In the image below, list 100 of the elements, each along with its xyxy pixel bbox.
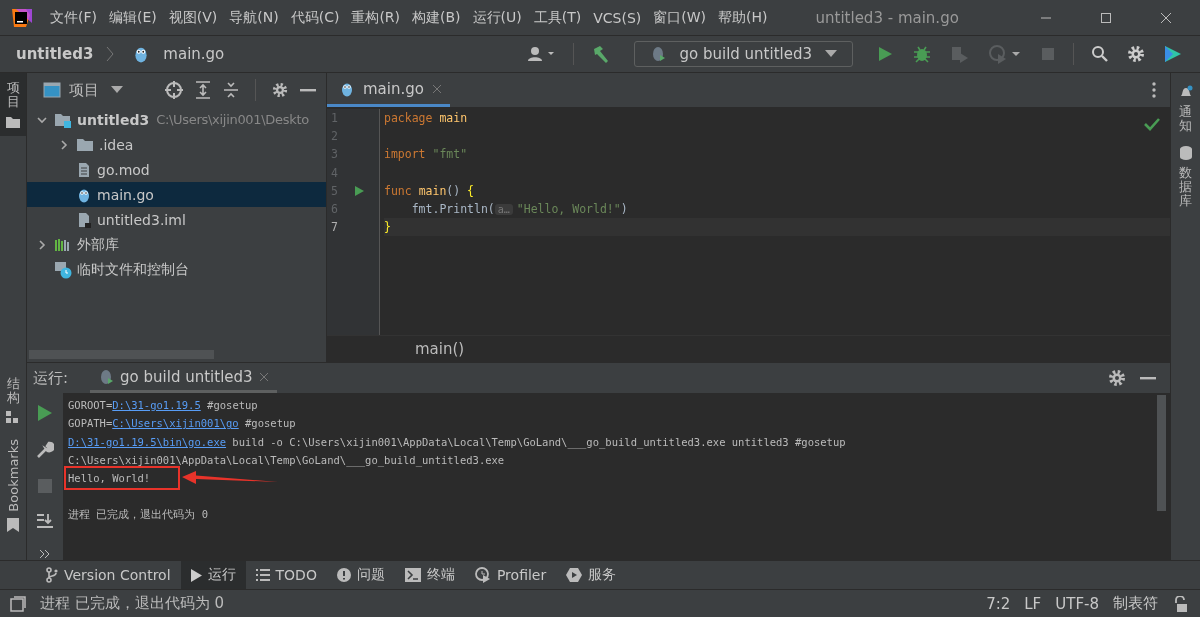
branch-icon [46, 567, 58, 583]
console-line: GOROOT=D:\31-go1.19.5 #gosetup [68, 399, 258, 412]
locate-icon[interactable] [165, 81, 183, 99]
caret-down-icon[interactable] [111, 86, 123, 94]
tool-window-tab[interactable]: 结构 [0, 368, 26, 432]
editor-tab[interactable]: main.go [327, 73, 450, 107]
run-icon[interactable] [355, 185, 364, 196]
code-line: fmt.Println( a… "Hello, World!") [410, 202, 628, 217]
code-breadcrumb[interactable]: main() [415, 340, 465, 358]
breadcrumb-item[interactable]: untitled3 [16, 45, 94, 63]
tool-window-tab[interactable]: 运行 [180, 561, 246, 589]
settings-icon[interactable] [272, 82, 288, 98]
module-folder-icon [54, 111, 72, 128]
tool-window-tab[interactable]: 通知 [1178, 85, 1193, 134]
run-icon[interactable] [876, 45, 894, 63]
services-icon [566, 567, 583, 583]
tree-item[interactable]: go.mod [27, 157, 326, 182]
minimize-icon[interactable] [1140, 376, 1156, 380]
file-icon [76, 211, 92, 228]
menu-item[interactable]: 工具(T) [533, 8, 582, 27]
console-line: 进程 已完成，退出代码为 0 [68, 507, 208, 522]
status-item[interactable]: UTF-8 [1055, 594, 1099, 613]
database-icon [1179, 145, 1192, 160]
expand-all-icon[interactable] [195, 81, 211, 99]
console-line: D:\31-go1.19.5\bin\go.exe build -o C:\Users\xijin001\AppData\Local\Temp\GoLand\___go_build_untitled3.exe untitled3 #gosetup [68, 435, 846, 448]
search-icon[interactable] [1091, 45, 1109, 63]
collapse-all-icon[interactable] [223, 81, 239, 99]
status-item[interactable]: 7:2 [986, 594, 1011, 613]
run-configuration-dropdown[interactable]: go build untitled3 [634, 41, 853, 67]
tree-item-label: 临时文件和控制台 [77, 260, 189, 279]
close-icon[interactable] [258, 371, 269, 382]
tree-item-label: untitled3 [77, 111, 150, 128]
caret-down-icon [825, 50, 837, 58]
status-item[interactable]: 制表符 [1113, 594, 1158, 613]
app-logo-icon [10, 6, 32, 29]
tree-item[interactable]: untitled3.iml [27, 207, 326, 232]
structure-icon [6, 411, 20, 424]
panel-toggle-icon[interactable] [10, 595, 26, 612]
tree-item[interactable]: .idea [27, 132, 326, 157]
panel-icon [43, 82, 61, 98]
scroll-to-end-icon[interactable] [36, 513, 54, 529]
menu-item[interactable]: 窗口(W) [653, 8, 707, 27]
settings-icon[interactable] [1108, 369, 1126, 387]
tool-window-tab[interactable]: Bookmarks [0, 431, 26, 540]
tool-window-tab[interactable]: 服务 [556, 561, 627, 589]
tree-item[interactable]: main.go [27, 182, 326, 207]
panel-title[interactable]: 项目 [69, 80, 99, 100]
bell-icon [1178, 85, 1193, 99]
user-icon[interactable] [526, 45, 557, 63]
minimize-icon[interactable] [300, 88, 316, 92]
tree-item-label: main.go [97, 186, 154, 203]
more-options-icon[interactable] [1152, 82, 1156, 98]
console-line: GOPATH=C:\Users\xijin001\go #gosetup [68, 417, 296, 430]
tool-window-tab[interactable]: 数据库 [1179, 145, 1192, 209]
library-icon [54, 236, 72, 253]
tree-item[interactable]: 临时文件和控制台 [27, 257, 326, 282]
menu-item[interactable]: 构建(B) [412, 8, 461, 27]
tree-item-label: .idea [99, 136, 134, 153]
chevron-right-icon[interactable] [58, 138, 70, 151]
settings-icon[interactable] [1127, 45, 1145, 63]
close-icon[interactable] [1160, 11, 1172, 24]
menu-item[interactable]: 代码(C) [290, 8, 340, 27]
menu-item[interactable]: 运行(U) [472, 8, 522, 27]
status-item[interactable]: LF [1024, 594, 1042, 613]
bookmark-icon [7, 518, 19, 532]
more-icon[interactable] [39, 549, 51, 559]
menu-item[interactable]: 视图(V) [168, 8, 218, 27]
bug-icon[interactable] [912, 44, 932, 64]
status-message: 进程 已完成，退出代码为 0 [40, 594, 225, 613]
menu-item[interactable]: 重构(R) [351, 8, 401, 27]
chevron-right-icon[interactable] [36, 238, 48, 251]
plugin-logo-icon[interactable] [1163, 44, 1183, 64]
menu-item[interactable]: VCS(S) [593, 9, 642, 26]
chevron-right-icon [106, 46, 115, 62]
tool-window-tab[interactable]: 终端 [394, 561, 465, 589]
maximize-icon[interactable] [1100, 11, 1112, 24]
tree-item-label: untitled3.iml [97, 211, 186, 228]
scrollbar-thumb[interactable] [1157, 395, 1166, 511]
tree-item[interactable]: 外部库 [27, 232, 326, 257]
menu-item[interactable]: 编辑(E) [109, 8, 157, 27]
tool-window-tab[interactable]: Profiler [464, 561, 557, 589]
menu-item[interactable]: 导航(N) [229, 8, 279, 27]
tool-window-tab[interactable]: 项目 [0, 73, 26, 136]
tree-item-label: go.mod [97, 161, 150, 178]
tree-item[interactable]: untitled3 C:\Users\xijin001\Deskto [27, 107, 326, 132]
tool-window-tab[interactable]: 问题 [326, 561, 395, 589]
close-icon[interactable] [431, 83, 442, 94]
rerun-icon[interactable] [38, 405, 52, 421]
folder-icon [6, 115, 20, 128]
tool-window-tab[interactable]: Version Control [36, 561, 181, 589]
code-line: func main() { [384, 183, 475, 198]
file-icon [76, 161, 92, 178]
console-line: C:\Users\xijin001\AppData\Local\Temp\GoLand\___go_build_untitled3.exe [68, 454, 505, 467]
breadcrumb-item[interactable]: main.go [163, 45, 225, 63]
menu-item[interactable]: 文件(F) [50, 8, 97, 27]
panel-title: 运行: [33, 368, 69, 388]
warning-icon [336, 568, 351, 582]
tool-window-tab[interactable]: TODO [245, 561, 327, 589]
menu-item[interactable]: 帮助(H) [718, 8, 768, 27]
lock-icon[interactable] [1172, 595, 1188, 612]
